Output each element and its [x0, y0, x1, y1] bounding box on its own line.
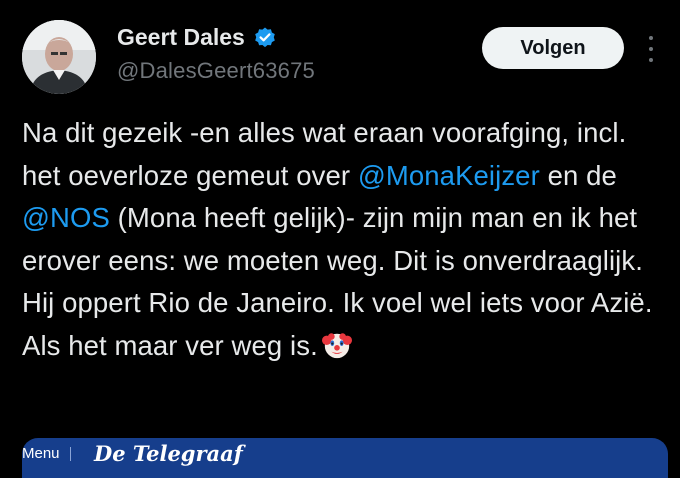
author-name-row: Geert Dales: [117, 24, 277, 51]
card-divider: [70, 447, 71, 461]
card-menu-label: Menu: [22, 445, 60, 462]
verified-badge-icon: [255, 27, 275, 47]
tweet-text-segment: en de: [539, 159, 617, 191]
author-handle[interactable]: @DalesGeert63675: [117, 58, 315, 84]
clown-face-emoji-icon: [321, 332, 352, 358]
author-name[interactable]: Geert Dales: [117, 24, 245, 51]
mention-link[interactable]: @NOS: [22, 202, 110, 233]
site-logo: De Telegraaf: [94, 441, 243, 466]
follow-button[interactable]: Volgen: [482, 27, 624, 69]
tweet-text: Na dit gezeik -en alles wat eraan vooraf…: [22, 112, 672, 367]
mention-link[interactable]: @MonaKeijzer: [358, 160, 540, 191]
avatar[interactable]: [22, 20, 96, 94]
more-options-icon[interactable]: [643, 36, 659, 62]
dot: [649, 58, 653, 62]
link-preview-card[interactable]: Menu De Telegraaf: [22, 438, 668, 478]
dot: [649, 36, 653, 40]
profile-photo-avatar: [22, 20, 96, 94]
dot: [649, 47, 653, 51]
